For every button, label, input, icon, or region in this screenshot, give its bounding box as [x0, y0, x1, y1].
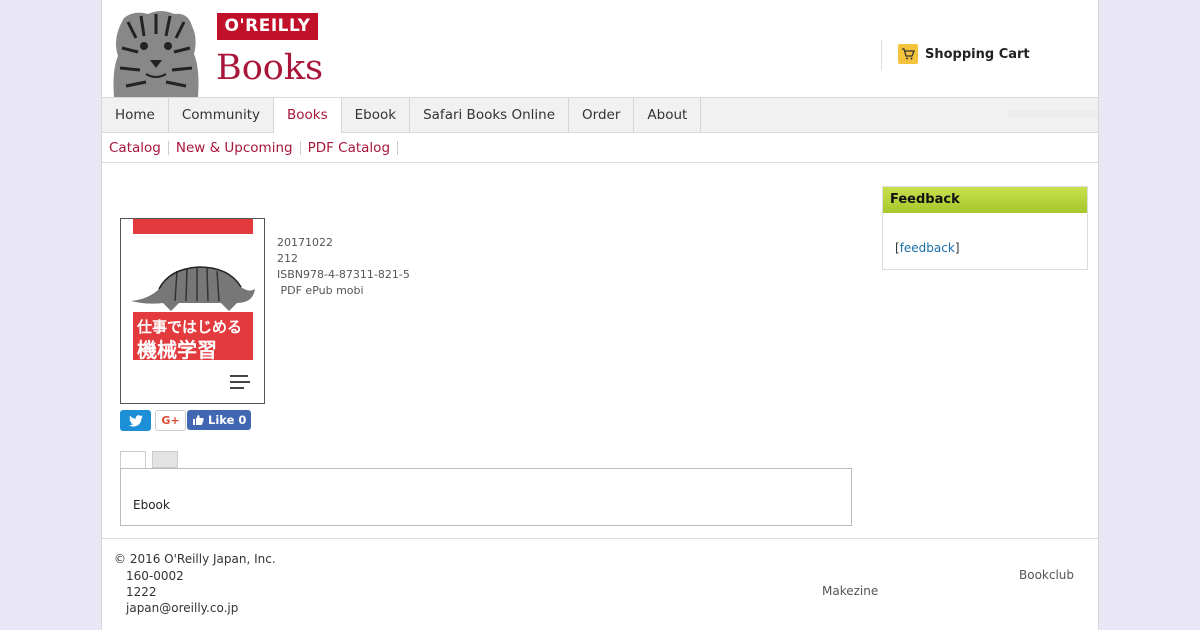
site-footer: © 2016 O'Reilly Japan, Inc. 160-0002 122… — [102, 538, 1098, 630]
cover-title-line2: 機械学習 — [137, 338, 217, 362]
nav-item-order[interactable]: Order — [569, 98, 635, 132]
footer-link-makezine[interactable]: Makezine — [822, 584, 878, 598]
cart-divider — [881, 40, 882, 70]
armadillo-illustration — [131, 266, 255, 311]
tab-panel-ebook-text: Ebook — [133, 498, 170, 512]
tab-first[interactable] — [120, 451, 146, 469]
thumbs-up-icon — [193, 415, 204, 425]
nav-search-box[interactable] — [1008, 110, 1098, 118]
footer-link-bookclub[interactable]: Bookclub — [1019, 568, 1074, 582]
book-formats: PDF ePub mobi — [277, 284, 364, 297]
feedback-body: [feedback] — [883, 213, 1087, 255]
nav-item-books[interactable]: Books — [274, 98, 342, 133]
feedback-link[interactable]: feedback — [900, 241, 955, 255]
book-date: 20171022 — [277, 236, 333, 249]
subnav-item-new-upcoming[interactable]: New & Upcoming — [169, 140, 301, 155]
page: O'REILLY Books Shopping Cart Home Commun… — [101, 0, 1099, 630]
tab-panel: Ebook — [120, 468, 852, 526]
book-isbn: ISBN978-4-87311-821-5 — [277, 268, 410, 281]
footer-copyright: © 2016 O'Reilly Japan, Inc. — [114, 552, 276, 566]
subnav-item-pdf-catalog[interactable]: PDF Catalog — [301, 140, 399, 155]
cover-publisher-band — [133, 219, 253, 234]
shopping-cart-link[interactable]: Shopping Cart — [898, 44, 1030, 64]
facebook-like-button[interactable]: Like 0 — [187, 410, 252, 430]
twitter-share-button[interactable] — [120, 410, 151, 431]
book-cover[interactable]: 仕事ではじめる 機械学習 — [120, 218, 265, 404]
feedback-box: Feedback [feedback] — [882, 186, 1088, 270]
sub-nav: Catalog New & Upcoming PDF Catalog — [102, 133, 1098, 163]
nav-item-home[interactable]: Home — [102, 98, 169, 132]
nav-item-safari[interactable]: Safari Books Online — [410, 98, 570, 132]
subnav-item-catalog[interactable]: Catalog — [109, 140, 169, 155]
tab-second[interactable] — [152, 451, 178, 468]
shopping-cart-icon — [898, 44, 918, 64]
site-header: O'REILLY Books Shopping Cart — [102, 0, 1098, 97]
facebook-like-label: Like 0 — [208, 413, 247, 427]
twitter-icon — [128, 414, 143, 427]
footer-address: 160-0002 1222 japan@oreilly.co.jp — [126, 568, 238, 616]
shopping-cart-label: Shopping Cart — [925, 46, 1030, 62]
cover-authors-mark — [230, 375, 250, 389]
footer-postal-code: 160-0002 — [126, 569, 184, 583]
google-plus-share-button[interactable]: G+ — [155, 410, 186, 431]
share-buttons: G+ Like 0 — [120, 410, 252, 431]
tiger-logo-image — [106, 8, 206, 97]
nav-item-ebook[interactable]: Ebook — [342, 98, 411, 132]
footer-email[interactable]: japan@oreilly.co.jp — [126, 600, 238, 616]
feedback-bracket-close: ] — [954, 241, 960, 255]
nav-item-about[interactable]: About — [634, 98, 702, 132]
book-pages: 212 — [277, 252, 298, 265]
footer-address-line: 1222 — [126, 585, 157, 599]
feedback-heading: Feedback — [883, 187, 1087, 213]
books-title[interactable]: Books — [216, 46, 323, 90]
book-meta: 20171022 212 ISBN978-4-87311-821-5 PDF e… — [277, 235, 410, 299]
main-nav: Home Community Books Ebook Safari Books … — [102, 97, 1098, 133]
nav-item-community[interactable]: Community — [169, 98, 275, 132]
oreilly-logo[interactable]: O'REILLY — [217, 13, 318, 40]
